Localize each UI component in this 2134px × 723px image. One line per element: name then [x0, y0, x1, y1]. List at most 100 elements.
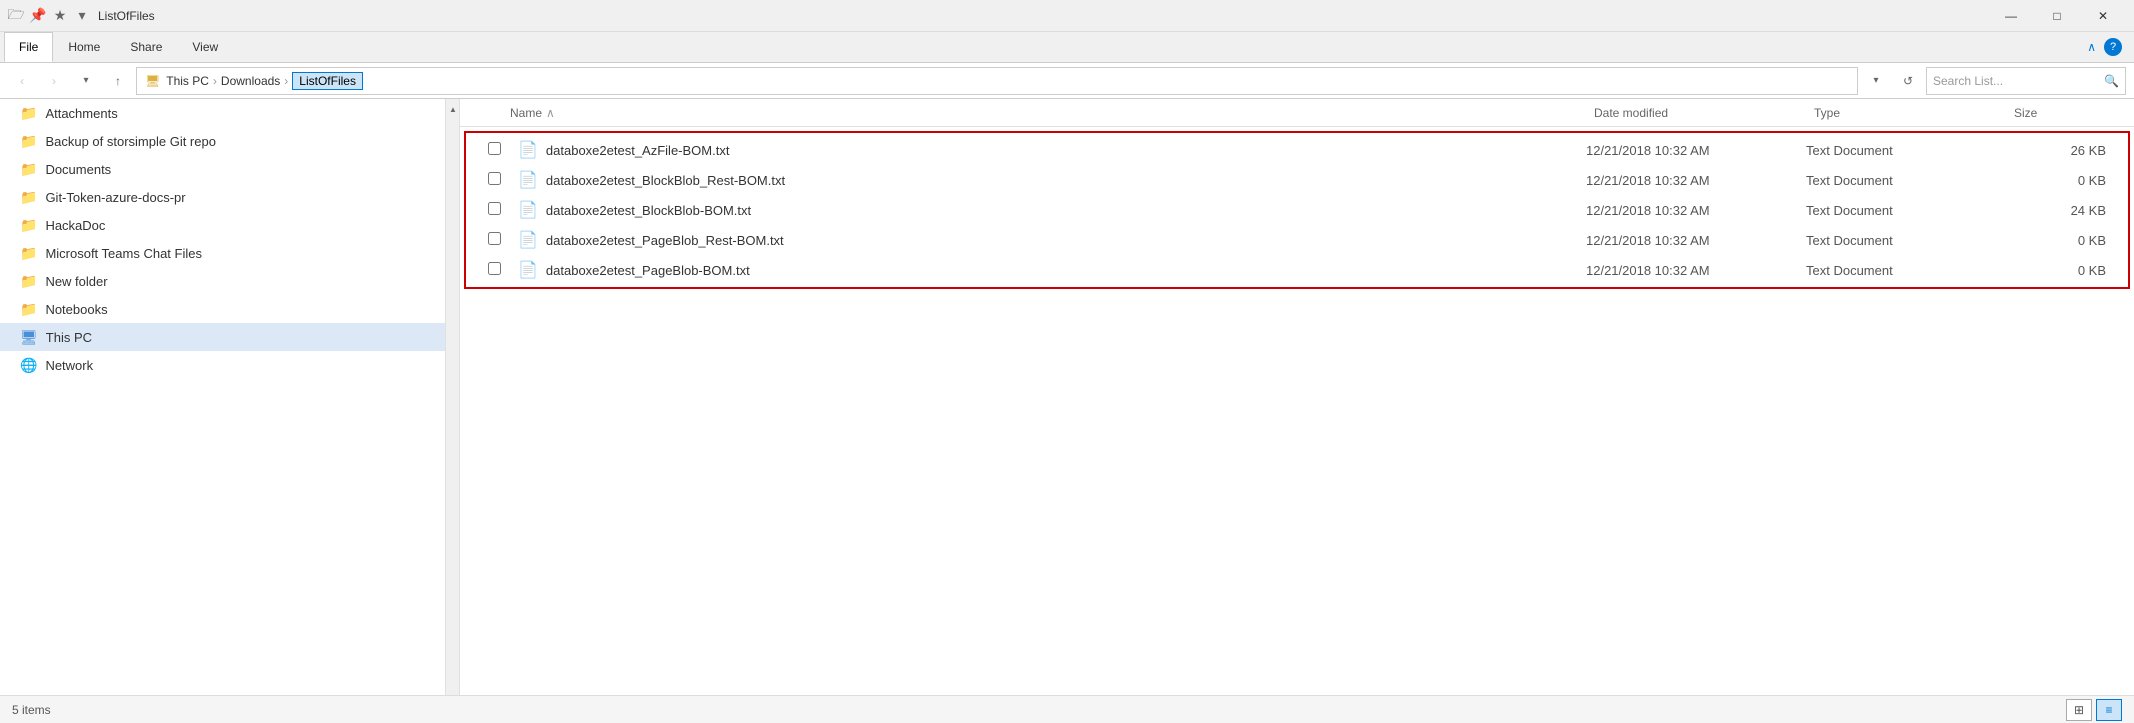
title-bar-icons: 🗁 📌 ★ ▾: [8, 8, 90, 24]
sidebar-item-documents[interactable]: 📁 Documents: [0, 155, 459, 183]
file-row[interactable]: 📄 databoxe2etest_AzFile-BOM.txt 12/21/20…: [468, 135, 2126, 165]
file-type: Text Document: [1806, 263, 2006, 278]
sidebar-item-new-folder[interactable]: 📁 New folder: [0, 267, 459, 295]
file-row[interactable]: 📄 databoxe2etest_PageBlob_Rest-BOM.txt 1…: [468, 225, 2126, 255]
sidebar-label: Documents: [45, 162, 111, 177]
file-name: databoxe2etest_BlockBlob_Rest-BOM.txt: [546, 173, 1586, 188]
file-name: databoxe2etest_PageBlob-BOM.txt: [546, 263, 1586, 278]
file-area: Name ∧ Date modified Type Size 📄 databox…: [460, 99, 2134, 695]
large-icon-view-button[interactable]: ⊞: [2066, 699, 2092, 721]
star-icon: ★: [52, 8, 68, 24]
back-button[interactable]: ‹: [8, 67, 36, 95]
column-date-modified[interactable]: Date modified: [1594, 106, 1814, 120]
sidebar-scrollbar[interactable]: ▲: [445, 99, 459, 695]
sidebar: 📁 Attachments 📁 Backup of storsimple Git…: [0, 99, 460, 695]
address-dropdown-button[interactable]: ▾: [1862, 67, 1890, 95]
file-date: 12/21/2018 10:32 AM: [1586, 263, 1806, 278]
window-title: ListOfFiles: [98, 9, 1988, 23]
sidebar-item-teams[interactable]: 📁 Microsoft Teams Chat Files: [0, 239, 459, 267]
file-checkbox-4[interactable]: [488, 232, 512, 248]
folder-icon-title: 🗁: [8, 8, 24, 24]
file-type: Text Document: [1806, 173, 2006, 188]
sidebar-item-this-pc[interactable]: 🖥 This PC: [0, 323, 459, 351]
file-icon: 📄: [518, 230, 538, 250]
file-row[interactable]: 📄 databoxe2etest_BlockBlob_Rest-BOM.txt …: [468, 165, 2126, 195]
sidebar-label: Notebooks: [45, 302, 107, 317]
file-row[interactable]: 📄 databoxe2etest_BlockBlob-BOM.txt 12/21…: [468, 195, 2126, 225]
folder-icon: 📁: [20, 273, 37, 290]
dropdown-recent-button[interactable]: ▾: [72, 67, 100, 95]
sidebar-item-attachments[interactable]: 📁 Attachments: [0, 99, 459, 127]
breadcrumb: 🖥 This PC › Downloads › ListOfFiles: [136, 67, 1858, 95]
details-view-button[interactable]: ≡: [2096, 699, 2122, 721]
folder-icon: 📁: [20, 189, 37, 206]
search-icon[interactable]: 🔍: [2104, 74, 2119, 88]
sidebar-item-hackadoc[interactable]: 📁 HackaDoc: [0, 211, 459, 239]
refresh-button[interactable]: ↺: [1894, 67, 1922, 95]
status-bar: 5 items ⊞ ≡: [0, 695, 2134, 723]
file-checkbox-3[interactable]: [488, 202, 512, 218]
breadcrumb-listoffiles[interactable]: ListOfFiles: [292, 72, 363, 90]
sidebar-label: Git-Token-azure-docs-pr: [45, 190, 185, 205]
file-column-headers: Name ∧ Date modified Type Size: [460, 99, 2134, 127]
folder-icon: 📁: [20, 301, 37, 318]
file-icon: 📄: [518, 260, 538, 280]
file-row[interactable]: 📄 databoxe2etest_PageBlob-BOM.txt 12/21/…: [468, 255, 2126, 285]
view-buttons: ⊞ ≡: [2066, 699, 2122, 721]
tab-home[interactable]: Home: [53, 32, 115, 62]
maximize-button[interactable]: □: [2034, 0, 2080, 32]
file-date: 12/21/2018 10:32 AM: [1586, 203, 1806, 218]
file-icon: 📄: [518, 140, 538, 160]
sort-arrow: ∧: [546, 106, 555, 120]
file-selection-box: 📄 databoxe2etest_AzFile-BOM.txt 12/21/20…: [464, 131, 2130, 289]
close-button[interactable]: ✕: [2080, 0, 2126, 32]
ribbon-tabs: File Home Share View ∧ ?: [0, 32, 2134, 62]
ribbon-help-icon[interactable]: ?: [2104, 38, 2122, 56]
file-checkbox-5[interactable]: [488, 262, 512, 278]
file-date: 12/21/2018 10:32 AM: [1586, 173, 1806, 188]
ribbon: File Home Share View ∧ ?: [0, 32, 2134, 63]
file-checkbox-1[interactable]: [488, 142, 512, 158]
forward-button[interactable]: ›: [40, 67, 68, 95]
sidebar-item-notebooks[interactable]: 📁 Notebooks: [0, 295, 459, 323]
sidebar-item-backup[interactable]: 📁 Backup of storsimple Git repo: [0, 127, 459, 155]
file-name: databoxe2etest_PageBlob_Rest-BOM.txt: [546, 233, 1586, 248]
file-checkbox-2[interactable]: [488, 172, 512, 188]
search-box: Search List... 🔍: [1926, 67, 2126, 95]
ribbon-chevron: ∧ ?: [2087, 38, 2130, 56]
file-size: 0 KB: [2006, 173, 2126, 188]
up-button[interactable]: ↑: [104, 67, 132, 95]
folder-icon: 📁: [20, 133, 37, 150]
file-size: 26 KB: [2006, 143, 2126, 158]
sidebar-label: New folder: [45, 274, 107, 289]
file-size: 0 KB: [2006, 263, 2126, 278]
item-count: 5 items: [12, 703, 51, 717]
address-right: ▾ ↺ Search List... 🔍: [1862, 67, 2126, 95]
sidebar-label: Backup of storsimple Git repo: [45, 134, 216, 149]
sidebar-item-network[interactable]: 🌐 Network: [0, 351, 459, 379]
file-list: 📄 databoxe2etest_AzFile-BOM.txt 12/21/20…: [460, 127, 2134, 695]
sidebar-label: Network: [45, 358, 93, 373]
scroll-up-arrow[interactable]: ▲: [446, 99, 460, 119]
ribbon-collapse-icon[interactable]: ∧: [2087, 40, 2096, 54]
minimize-button[interactable]: —: [1988, 0, 2034, 32]
tab-view[interactable]: View: [177, 32, 233, 62]
sidebar-label: HackaDoc: [45, 218, 105, 233]
sidebar-item-git-token[interactable]: 📁 Git-Token-azure-docs-pr: [0, 183, 459, 211]
column-type[interactable]: Type: [1814, 106, 2014, 120]
pc-icon: 🖥: [20, 329, 38, 346]
tab-file[interactable]: File: [4, 32, 53, 62]
column-size[interactable]: Size: [2014, 106, 2134, 120]
title-bar: 🗁 📌 ★ ▾ ListOfFiles — □ ✕: [0, 0, 2134, 32]
file-type: Text Document: [1806, 143, 2006, 158]
breadcrumb-this-pc[interactable]: This PC: [166, 74, 209, 88]
pin-icon: 📌: [30, 8, 46, 24]
address-bar: ‹ › ▾ ↑ 🖥 This PC › Downloads › ListOfFi…: [0, 63, 2134, 99]
breadcrumb-downloads[interactable]: Downloads: [221, 74, 280, 88]
tab-share[interactable]: Share: [115, 32, 177, 62]
sidebar-label: Attachments: [45, 106, 117, 121]
column-name[interactable]: Name ∧: [510, 106, 1594, 120]
file-type: Text Document: [1806, 233, 2006, 248]
folder-icon: 📁: [20, 245, 37, 262]
folder-icon: 📁: [20, 105, 37, 122]
